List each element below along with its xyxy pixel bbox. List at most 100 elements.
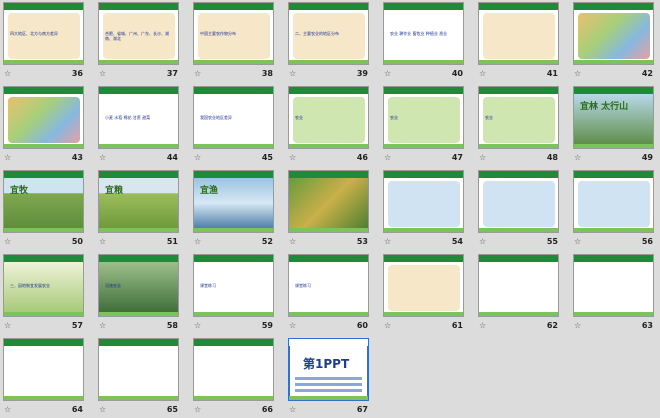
slide-cell[interactable]: 第1PPT ☆ 67: [285, 336, 372, 418]
map-image: [388, 97, 460, 143]
slide-thumbnail[interactable]: 课堂练习: [288, 254, 369, 317]
slide-number: 63: [641, 321, 653, 330]
slide-cell[interactable]: 小麦 水稻 棉花 甘蔗 甜菜 ☆ 44: [95, 84, 182, 166]
slide-thumbnail[interactable]: [98, 338, 179, 401]
slide-cell[interactable]: 合肥、省城、广州、广东、长沙、湖南、湖北 ☆ 37: [95, 0, 182, 82]
slide-cell[interactable]: 我国农业地区差异 ☆ 45: [190, 84, 277, 166]
slide-thumbnail[interactable]: [383, 170, 464, 233]
slide-thumbnail[interactable]: [573, 254, 654, 317]
slide-thumbnail[interactable]: [288, 170, 369, 233]
text-bar: [295, 389, 362, 392]
slide-thumbnail[interactable]: 农业 耕作业 畜牧业 种植业 渔业: [383, 2, 464, 65]
slide-thumbnail[interactable]: 二、主要农业的地区分布: [288, 2, 369, 65]
slide-cell[interactable]: 宜渔 ☆ 52: [190, 168, 277, 250]
slide-cell[interactable]: ☆ 64: [0, 336, 87, 418]
slide-thumbnail[interactable]: [478, 170, 559, 233]
slide-thumbnail[interactable]: 合肥、省城、广州、广东、长沙、湖南、湖北: [98, 2, 179, 65]
slide-thumbnail[interactable]: 课堂练习: [193, 254, 274, 317]
slide-thumbnail[interactable]: 宜粮: [98, 170, 179, 233]
map-image: [293, 97, 365, 143]
slide-cell[interactable]: 宜林 太行山 ☆ 49: [570, 84, 657, 166]
map-image: [578, 13, 650, 59]
slide-cell[interactable]: 三、因地制宜发展农业 ☆ 57: [0, 252, 87, 334]
slide-marker-icon: ☆: [4, 321, 12, 330]
slide-thumbnail[interactable]: 农业: [288, 86, 369, 149]
slide-thumbnail[interactable]: 设施农业: [98, 254, 179, 317]
slide-cell[interactable]: 农业 ☆ 47: [380, 84, 467, 166]
slide-cell[interactable]: ☆ 65: [95, 336, 182, 418]
slide-thumbnail[interactable]: [3, 86, 84, 149]
slide-cell[interactable]: ☆ 55: [475, 168, 562, 250]
slide-cell[interactable]: 农业 ☆ 48: [475, 84, 562, 166]
slide-footer-bar: [479, 228, 558, 232]
slide-marker-icon: ☆: [99, 321, 107, 330]
slide-cell[interactable]: ☆ 42: [570, 0, 657, 82]
slide-marker-icon: ☆: [4, 237, 12, 246]
slide-marker-icon: ☆: [194, 237, 202, 246]
slide-marker-icon: ☆: [479, 237, 487, 246]
slide-footer-bar: [99, 312, 178, 316]
slide-thumbnail[interactable]: 中国主要农作物分布: [193, 2, 274, 65]
slide-thumbnail[interactable]: 宜渔: [193, 170, 274, 233]
slide-cell[interactable]: ☆ 63: [570, 252, 657, 334]
slide-marker-icon: ☆: [4, 153, 12, 162]
slide-marker-icon: ☆: [194, 405, 202, 414]
slide-cell[interactable]: 设施农业 ☆ 58: [95, 252, 182, 334]
slide-footer-bar: [574, 144, 653, 148]
slide-thumbnail[interactable]: 第1PPT: [288, 338, 369, 401]
slide-thumbnail[interactable]: 小麦 水稻 棉花 甘蔗 甜菜: [98, 86, 179, 149]
slide-cell[interactable]: ☆ 54: [380, 168, 467, 250]
slide-header-bar: [384, 255, 463, 262]
slide-thumbnail[interactable]: [573, 2, 654, 65]
slide-cell[interactable]: ☆ 41: [475, 0, 562, 82]
slide-thumbnail[interactable]: [383, 254, 464, 317]
slide-thumbnail[interactable]: 宜林 太行山: [573, 86, 654, 149]
slide-cell[interactable]: 四大地区、北方与南方差异 ☆ 36: [0, 0, 87, 82]
slide-number: 45: [261, 153, 273, 162]
slide-cell[interactable]: 中国主要农作物分布 ☆ 38: [190, 0, 277, 82]
map-image: [8, 97, 80, 143]
slide-footer-bar: [289, 312, 368, 316]
slide-cell[interactable]: ☆ 43: [0, 84, 87, 166]
slide-cell[interactable]: ☆ 61: [380, 252, 467, 334]
slide-text: 农业: [485, 115, 493, 120]
slide-thumbnail[interactable]: 我国农业地区差异: [193, 86, 274, 149]
slide-thumbnail[interactable]: [3, 338, 84, 401]
slide-cell[interactable]: 宜粮 ☆ 51: [95, 168, 182, 250]
slide-cell[interactable]: 课堂练习 ☆ 60: [285, 252, 372, 334]
slide-cell[interactable]: 农业 ☆ 46: [285, 84, 372, 166]
slide-number: 61: [451, 321, 463, 330]
slide-header-bar: [4, 3, 83, 10]
slide-header-bar: [194, 87, 273, 94]
slide-thumbnail[interactable]: 四大地区、北方与南方差异: [3, 2, 84, 65]
text-bar: [295, 383, 362, 386]
slide-thumbnail[interactable]: [573, 170, 654, 233]
slide-thumbnail[interactable]: 宜牧: [3, 170, 84, 233]
end-text-bars: [295, 377, 362, 395]
slide-cell[interactable]: 课堂练习 ☆ 59: [190, 252, 277, 334]
slide-number: 57: [71, 321, 83, 330]
slide-cell[interactable]: 农业 耕作业 畜牧业 种植业 渔业 ☆ 40: [380, 0, 467, 82]
slide-number: 41: [546, 69, 558, 78]
slide-thumbnail[interactable]: 农业: [383, 86, 464, 149]
slide-thumbnail[interactable]: 农业: [478, 86, 559, 149]
slide-text: 农业 耕作业 畜牧业 种植业 渔业: [390, 31, 448, 36]
slide-cell[interactable]: ☆ 66: [190, 336, 277, 418]
slide-number: 55: [546, 237, 558, 246]
slide-header-bar: [384, 87, 463, 94]
slide-cell[interactable]: ☆ 56: [570, 168, 657, 250]
map-image: [293, 13, 365, 59]
slide-marker-icon: ☆: [289, 69, 297, 78]
slide-number: 65: [166, 405, 178, 414]
slide-cell[interactable]: 二、主要农业的地区分布 ☆ 39: [285, 0, 372, 82]
slide-header-bar: [99, 339, 178, 346]
slide-marker-icon: ☆: [99, 237, 107, 246]
slide-number: 62: [546, 321, 558, 330]
slide-thumbnail[interactable]: 三、因地制宜发展农业: [3, 254, 84, 317]
slide-cell[interactable]: ☆ 62: [475, 252, 562, 334]
slide-thumbnail[interactable]: [478, 254, 559, 317]
slide-cell[interactable]: 宜牧 ☆ 50: [0, 168, 87, 250]
slide-thumbnail[interactable]: [193, 338, 274, 401]
slide-thumbnail[interactable]: [478, 2, 559, 65]
slide-cell[interactable]: ☆ 53: [285, 168, 372, 250]
